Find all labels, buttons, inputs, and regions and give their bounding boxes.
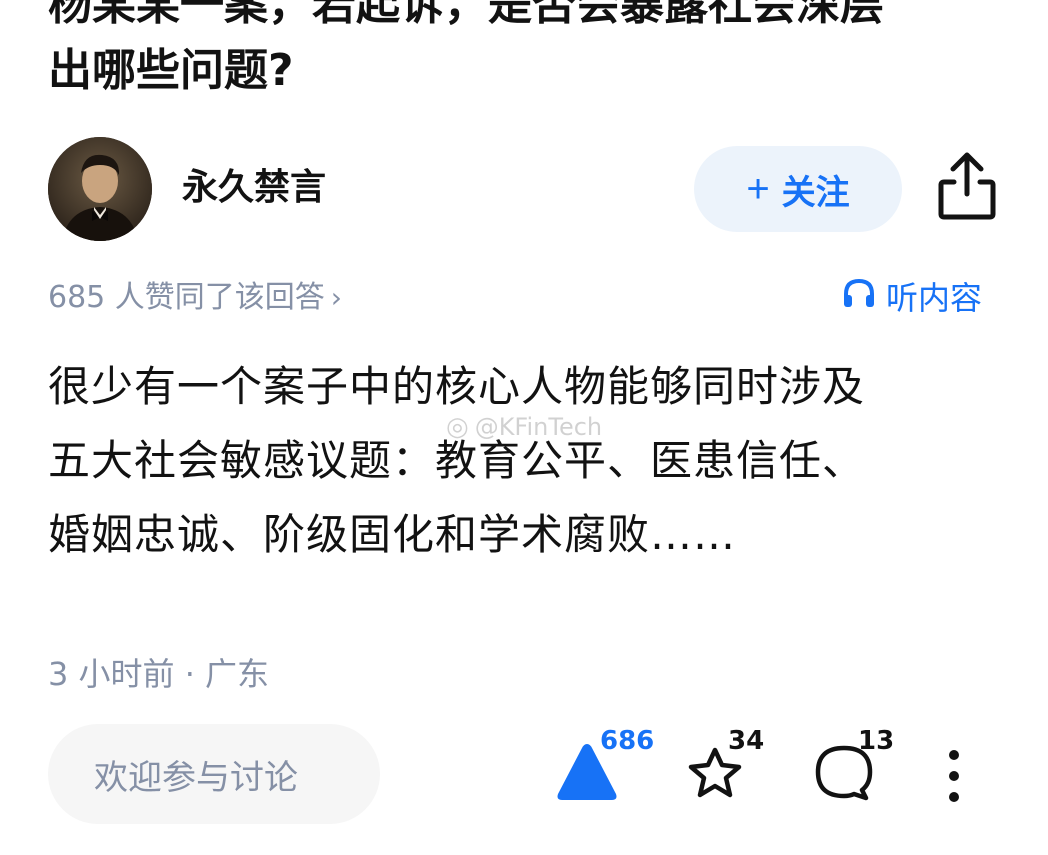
votes-summary[interactable]: 685 人赞同了该回答 › [48,276,342,320]
answer-page: 杨某某一案，若起诉，是否会暴露社会深层 出哪些问题? 永久禁言 + 关注 685… [0,0,1048,855]
chevron-right-icon: › [330,281,342,314]
watermark: ◎ @KFinTech [446,412,602,442]
comment-placeholder: 欢迎参与讨论 [94,757,298,798]
share-icon[interactable] [936,150,998,222]
headphones-icon [842,276,886,320]
votes-summary-text: 685 人赞同了该回答 [48,280,325,315]
plus-icon: + [746,167,770,211]
vote-count: 686 [600,726,655,756]
favorite-count: 34 [728,726,765,756]
weibo-icon: ◎ [446,412,469,442]
question-title-line2: 出哪些问题? [48,45,294,96]
listen-button[interactable]: 听内容 [842,276,982,320]
question-title-line1: 杨某某一案，若起诉，是否会暴露社会深层 [48,0,884,30]
more-vertical-icon[interactable] [944,748,964,804]
question-title[interactable]: 杨某某一案，若起诉，是否会暴露社会深层 出哪些问题? [48,0,1008,104]
answer-body[interactable]: 很少有一个案子中的核心人物能够同时涉及 五大社会敏感议题：教育公平、医患信任、 … [48,350,1008,572]
comment-count: 13 [858,726,895,756]
author-name[interactable]: 永久禁言 [182,162,326,214]
answer-line: 婚姻忠诚、阶级固化和学术腐败…… [48,510,737,559]
avatar[interactable] [48,137,152,241]
watermark-text: @KFinTech [474,413,603,441]
follow-label: 关注 [781,173,850,212]
comment-input[interactable]: 欢迎参与讨论 [48,724,380,824]
post-time: 3 小时前 · 广东 [48,655,270,693]
listen-label: 听内容 [886,279,983,317]
follow-button[interactable]: + 关注 [694,146,902,232]
